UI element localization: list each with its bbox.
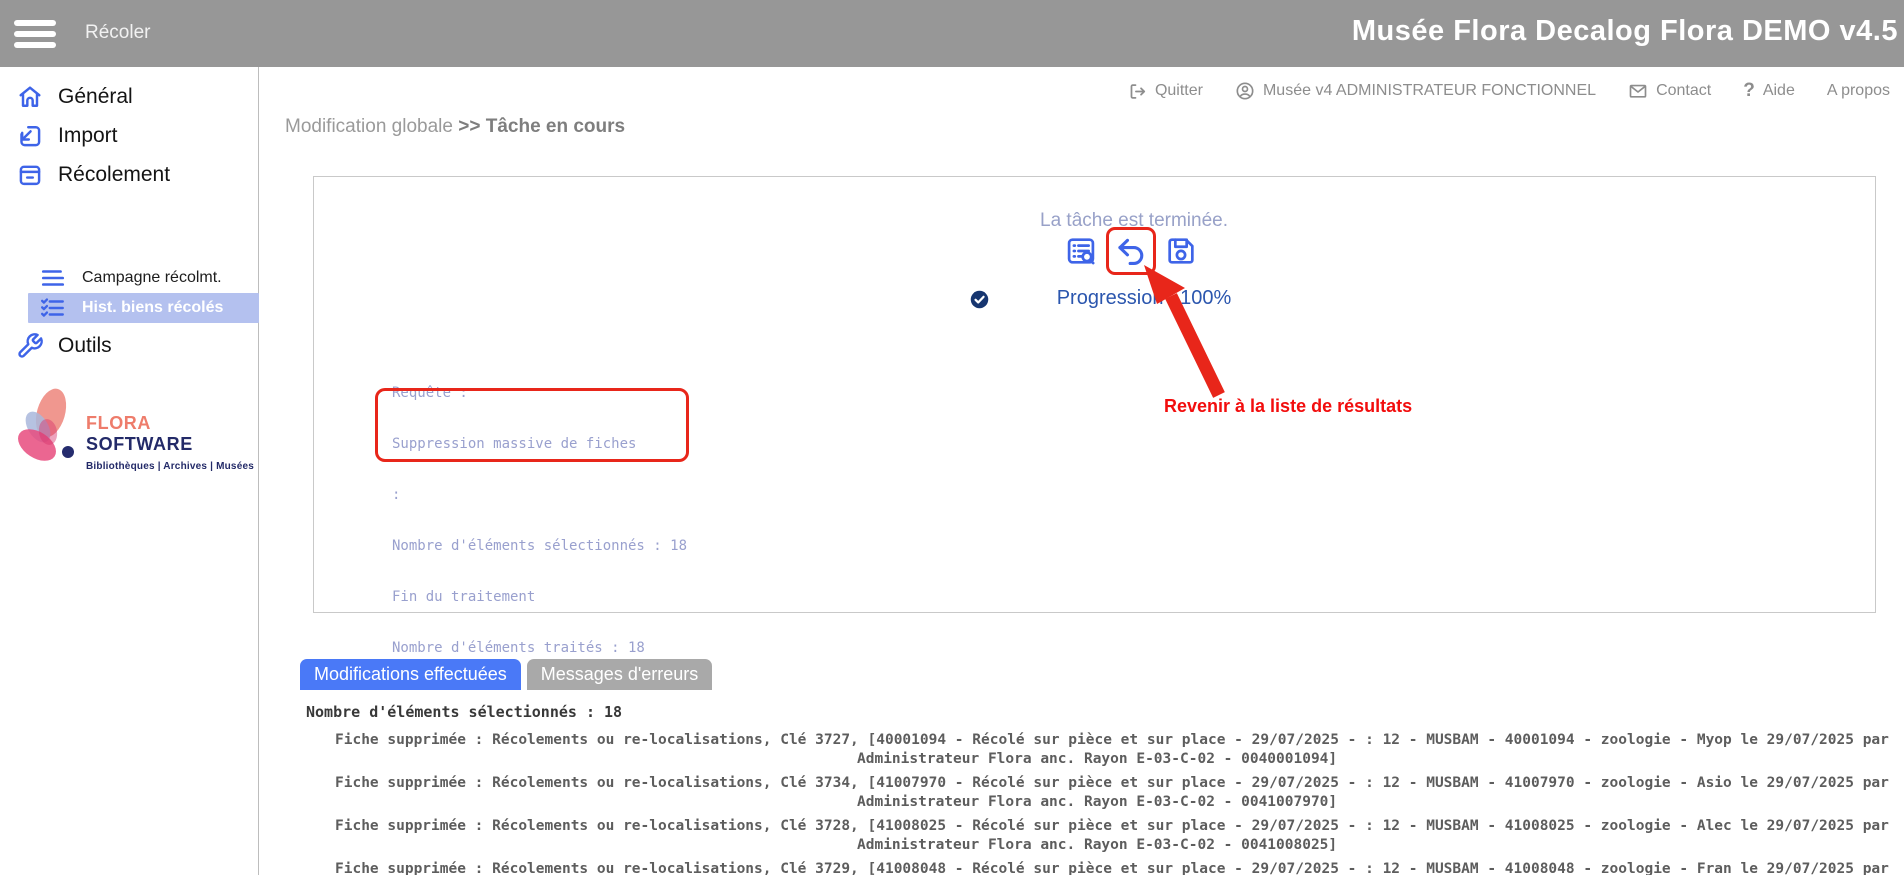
tab-messages-erreurs[interactable]: Messages d'erreurs xyxy=(527,659,713,690)
user-menu[interactable]: Musée v4 ADMINISTRATEUR FONCTIONNEL xyxy=(1235,81,1596,101)
console-line: Nombre d'éléments sélectionnés : 18 xyxy=(392,538,687,555)
brand-software: SOFTWARE xyxy=(86,434,193,454)
flora-logo-brand: FLORA SOFTWARE xyxy=(86,413,255,455)
sidebar-item-label: Récolement xyxy=(58,163,170,187)
console-line: Fin du traitement xyxy=(392,589,687,606)
hamburger-bar xyxy=(14,20,56,26)
sidebar-item-label: Campagne récolmt. xyxy=(82,269,222,287)
log-entry: Fiche supprimée : Récolements ou re-loca… xyxy=(335,817,1880,855)
sidebar-item-label: Hist. biens récolés xyxy=(82,299,223,317)
log-entry-line2: Administrateur Flora anc. Rayon E-03-C-0… xyxy=(335,750,1880,769)
brand-flora: FLORA xyxy=(86,413,150,433)
help-label: Aide xyxy=(1763,82,1795,100)
help-button[interactable]: ? Aide xyxy=(1743,80,1795,102)
quit-label: Quitter xyxy=(1155,82,1203,100)
results-list-button[interactable] xyxy=(1064,234,1098,268)
breadcrumb-current: Tâche en cours xyxy=(486,116,625,137)
recolement-icon xyxy=(16,161,44,189)
hamburger-bar xyxy=(14,42,56,48)
sidebar-item-label: Import xyxy=(58,124,118,148)
user-icon xyxy=(1235,81,1255,101)
results-list-icon xyxy=(1064,234,1098,268)
console-line: Requête : xyxy=(392,385,687,402)
result-tabs: Modifications effectuées Messages d'erre… xyxy=(300,659,712,690)
save-button[interactable] xyxy=(1164,234,1198,268)
hamburger-bar xyxy=(14,31,56,37)
sidebar-item-hist-biens-recoles[interactable]: Hist. biens récolés xyxy=(28,293,259,323)
log-entry-line1: Fiche supprimée : Récolements ou re-loca… xyxy=(335,731,1880,750)
campagne-icon xyxy=(40,267,66,289)
log-entry-line1: Fiche supprimée : Récolements ou re-loca… xyxy=(335,774,1880,793)
task-console: Requête : Suppression massive de fiches … xyxy=(392,351,687,691)
module-label: Récoler xyxy=(85,22,150,44)
about-button[interactable]: A propos xyxy=(1827,82,1890,100)
sidebar-item-label: Outils xyxy=(58,334,112,358)
console-line: Nombre d'éléments traités : 18 xyxy=(392,640,687,657)
undo-icon xyxy=(1114,234,1148,268)
log-summary: Nombre d'éléments sélectionnés : 18 xyxy=(306,703,622,721)
log-entry: Fiche supprimée : Récolements ou re-loca… xyxy=(335,860,1880,875)
hamburger-icon[interactable] xyxy=(14,13,60,54)
breadcrumb: Modification globale >> Tâche en cours xyxy=(285,116,625,138)
contact-button[interactable]: Contact xyxy=(1628,81,1711,101)
console-line: : xyxy=(392,487,687,504)
log-entry-line2: Administrateur Flora anc. Rayon E-03-C-0… xyxy=(335,836,1880,855)
about-label: A propos xyxy=(1827,82,1890,100)
task-panel: La tâche est terminée. xyxy=(313,176,1876,613)
log-entry: Fiche supprimée : Récolements ou re-loca… xyxy=(335,731,1880,769)
task-action-icons xyxy=(1064,224,1198,278)
log-entry-line1: Fiche supprimée : Récolements ou re-loca… xyxy=(335,817,1880,836)
log-entry-line1: Fiche supprimée : Récolements ou re-loca… xyxy=(335,860,1880,875)
home-icon xyxy=(16,83,44,111)
progress-label: Progression : 100% xyxy=(1044,287,1244,310)
annotation-highlight-box-undo xyxy=(1106,227,1156,275)
sidebar-item-outils[interactable]: Outils xyxy=(16,329,112,363)
sidebar: Général Import Récolement xyxy=(0,67,259,875)
annotation-text: Revenir à la liste de résultats xyxy=(1164,396,1412,417)
breadcrumb-separator: >> xyxy=(458,116,480,137)
application-window: Récoler Musée Flora Decalog Flora DEMO v… xyxy=(0,0,1904,875)
sidebar-item-import[interactable]: Import xyxy=(16,119,118,153)
done-icon xyxy=(969,289,990,315)
outils-icon xyxy=(16,332,44,360)
contact-icon xyxy=(1628,81,1648,101)
sidebar-item-campagne-recolement[interactable]: Campagne récolmt. xyxy=(40,264,222,292)
sidebar-item-label: Général xyxy=(58,85,133,109)
breadcrumb-parent: Modification globale xyxy=(285,116,453,137)
contact-label: Contact xyxy=(1656,82,1711,100)
console-line: Suppression massive de fiches xyxy=(392,436,687,453)
log-entry-line2: Administrateur Flora anc. Rayon E-03-C-0… xyxy=(335,793,1880,812)
flora-logo-tagline: Bibliothèques | Archives | Musées xyxy=(86,461,255,472)
help-icon: ? xyxy=(1743,80,1755,102)
app-title: Musée Flora Decalog Flora DEMO v4.5 xyxy=(1352,15,1898,48)
log-entry: Fiche supprimée : Récolements ou re-loca… xyxy=(335,774,1880,812)
import-icon xyxy=(16,122,44,150)
undo-button[interactable] xyxy=(1114,234,1148,268)
logout-icon xyxy=(1128,82,1147,101)
hist-icon xyxy=(40,297,66,319)
sidebar-item-recolement[interactable]: Récolement xyxy=(16,158,170,192)
quit-button[interactable]: Quitter xyxy=(1128,82,1203,101)
user-label: Musée v4 ADMINISTRATEUR FONCTIONNEL xyxy=(1263,82,1596,100)
sidebar-item-general[interactable]: Général xyxy=(16,80,133,114)
top-bar: Récoler Musée Flora Decalog Flora DEMO v… xyxy=(0,0,1904,67)
save-icon xyxy=(1164,234,1198,268)
flora-logo: FLORA SOFTWARE Bibliothèques | Archives … xyxy=(10,385,255,471)
tab-modifications-effectuees[interactable]: Modifications effectuées xyxy=(300,659,521,690)
utility-bar: Quitter Musée v4 ADMINISTRATEUR FONCTION… xyxy=(1128,80,1890,102)
